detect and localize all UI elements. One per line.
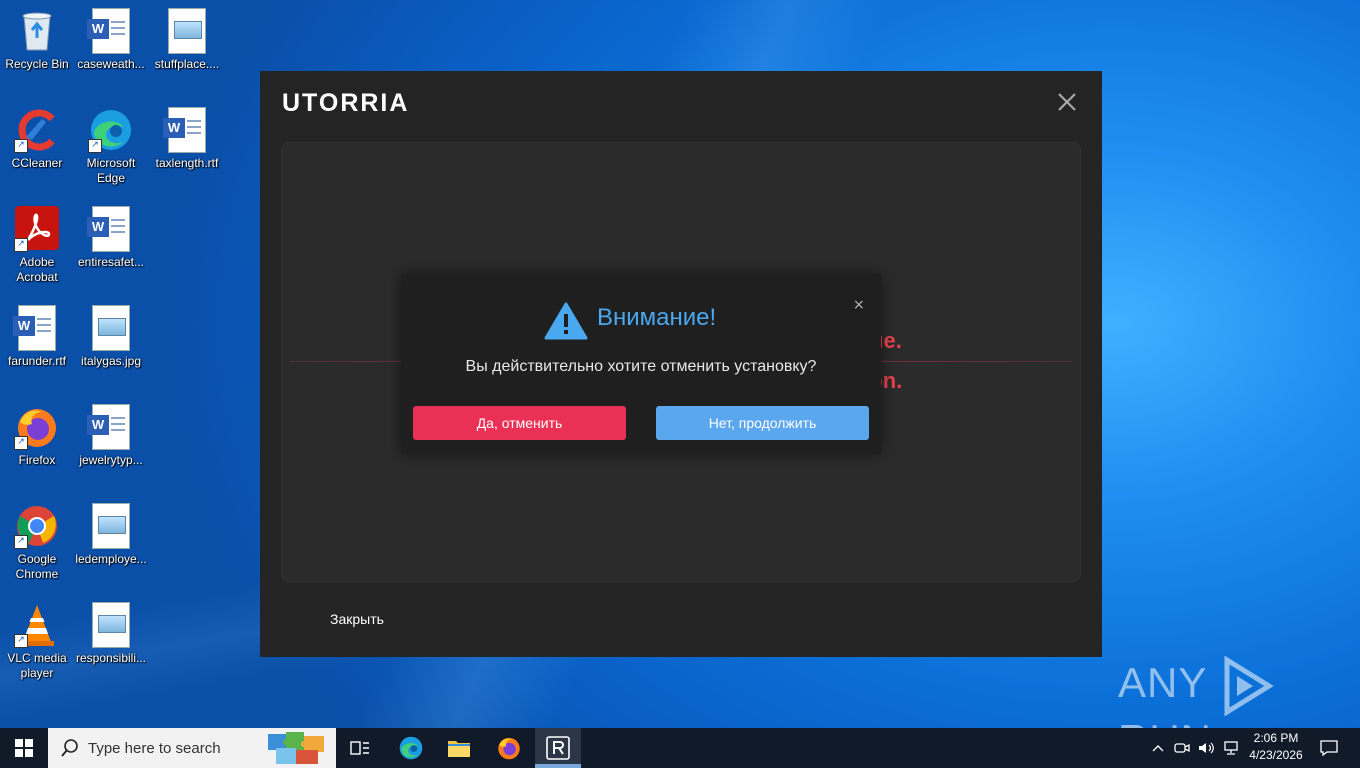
clock-time[interactable]: 2:06 PM [1244,731,1308,745]
firefox-icon [498,737,520,760]
desktop-icon-vlc[interactable]: ↗ VLC media player [0,602,74,681]
windows-logo-icon [15,739,33,757]
close-link[interactable]: Закрыть [330,611,384,627]
recycle-bin-icon [14,8,60,54]
desktop-icon-ledemploye[interactable]: ledemploye... [74,503,148,567]
ccleaner-icon: ↗ [14,107,60,153]
word-document-icon: W [87,206,134,252]
desktop-icon-label: caseweath... [77,57,145,71]
desktop-icon-label: farunder.rtf [7,354,67,368]
task-view-icon [350,741,369,755]
network-icon [1224,741,1238,755]
shortcut-arrow-icon: ↗ [14,535,28,549]
search-placeholder: Type here to search [88,740,221,757]
watermark-text-left: ANY [1118,659,1207,707]
task-view-button[interactable] [336,728,384,768]
desktop-icon-recycle-bin[interactable]: Recycle Bin [0,8,74,72]
start-button[interactable] [0,728,48,768]
firefox-icon: ↗ [14,404,60,450]
chevron-up-icon [1152,745,1164,752]
taskbar-utorria-button[interactable] [535,728,581,768]
desktop-icon-caseweath[interactable]: W caseweath... [74,8,148,72]
camera-icon [1174,743,1190,753]
vlc-cone-icon: ↗ [14,602,60,648]
desktop-icon-google-chrome[interactable]: ↗ Google Chrome [0,503,74,582]
clock-date[interactable]: 4/23/2026 [1244,748,1308,762]
desktop-icon-label: entiresafet... [77,255,145,269]
word-document-icon: W [87,404,134,450]
search-icon [61,739,78,757]
image-file-icon [88,503,134,549]
desktop-icon-taxlength[interactable]: W taxlength.rtf [150,107,224,171]
image-file-icon [164,8,210,54]
desktop-icon-entiresafet[interactable]: W entiresafet... [74,206,148,270]
desktop-icon-label: taxlength.rtf [155,156,219,170]
desktop-icon-italygas[interactable]: italygas.jpg [74,305,148,369]
desktop-icon-label: Adobe Acrobat [16,255,58,284]
tray-network-button[interactable] [1220,728,1242,768]
tray-meet-button[interactable] [1172,728,1192,768]
taskbar-firefox-button[interactable] [485,728,533,768]
desktop-icon-label: ledemploye... [75,552,147,566]
shortcut-arrow-icon: ↗ [14,238,28,252]
edge-icon: ↗ [88,107,134,153]
desktop-icon-responsibili[interactable]: responsibili... [74,602,148,666]
dialog-question: Вы действительно хотите отменить установ… [465,358,817,375]
desktop-icon-label: CCleaner [11,156,63,170]
word-document-icon: W [87,8,134,54]
desktop-icon-stuffplace[interactable]: stuffplace.... [150,8,224,72]
notification-icon [1320,740,1338,756]
utorria-logo: UTORRIA [282,89,410,117]
desktop-icon-farunder[interactable]: W farunder.rtf [0,305,74,369]
play-triangle-icon [1224,655,1275,717]
search-highlight-puzzle-icon [268,732,324,764]
shortcut-arrow-icon: ↗ [14,634,28,648]
dialog-title: Внимание! [597,304,717,331]
image-file-icon [88,602,134,648]
taskbar-edge-button[interactable] [387,728,435,768]
taskbar-search-box[interactable]: Type here to search [48,728,336,768]
acrobat-icon: ↗ [14,206,60,252]
dialog-close-button[interactable]: × [853,297,865,313]
desktop-icon-edge[interactable]: ↗ Microsoft Edge [74,107,148,186]
notifications-button[interactable] [1312,728,1346,768]
confirm-cancel-button[interactable]: Да, отменить [413,406,626,440]
desktop-icon-label: jewelrytyp... [79,453,143,467]
word-document-icon: W [163,107,210,153]
cancel-confirmation-dialog: × Внимание! Вы действительно хотите отме… [401,274,881,454]
desktop-icon-jewelrytyp[interactable]: W jewelrytyp... [74,404,148,468]
desktop-icon-label: italygas.jpg [80,354,142,368]
utorria-app-icon [546,736,570,760]
edge-icon [399,736,423,760]
taskbar-file-explorer-button[interactable] [435,728,483,768]
close-icon [1058,93,1076,111]
tray-overflow-button[interactable] [1148,728,1168,768]
active-app-indicator [535,764,581,768]
shortcut-arrow-icon: ↗ [14,139,28,153]
desktop-icon-label: Recycle Bin [5,57,69,71]
image-file-icon [88,305,134,351]
desktop-icon-label: VLC media player [7,651,67,680]
desktop-icon-firefox[interactable]: ↗ Firefox [0,404,74,468]
desktop-icon-label: Microsoft Edge [86,156,136,185]
window-close-button[interactable] [1054,91,1080,117]
word-document-icon: W [13,305,60,351]
shortcut-arrow-icon: ↗ [88,139,102,153]
desktop-icon-label: Firefox [18,453,56,467]
folder-icon [448,741,470,757]
desktop-icon-ccleaner[interactable]: ↗ CCleaner [0,107,74,171]
desktop-icon-label: Google Chrome [15,552,59,581]
desktop-icon-label: stuffplace.... [154,57,220,71]
speaker-icon [1199,742,1214,754]
continue-install-button[interactable]: Нет, продолжить [656,406,869,440]
shortcut-arrow-icon: ↗ [14,436,28,450]
desktop-icon-label: responsibili... [75,651,147,665]
chrome-icon: ↗ [14,503,60,549]
warning-icon [544,302,588,340]
desktop-icon-adobe-acrobat[interactable]: ↗ Adobe Acrobat [0,206,74,285]
tray-volume-button[interactable] [1196,728,1218,768]
taskbar: Type here to search 2:06 PM 4/23/2026 [0,728,1360,768]
